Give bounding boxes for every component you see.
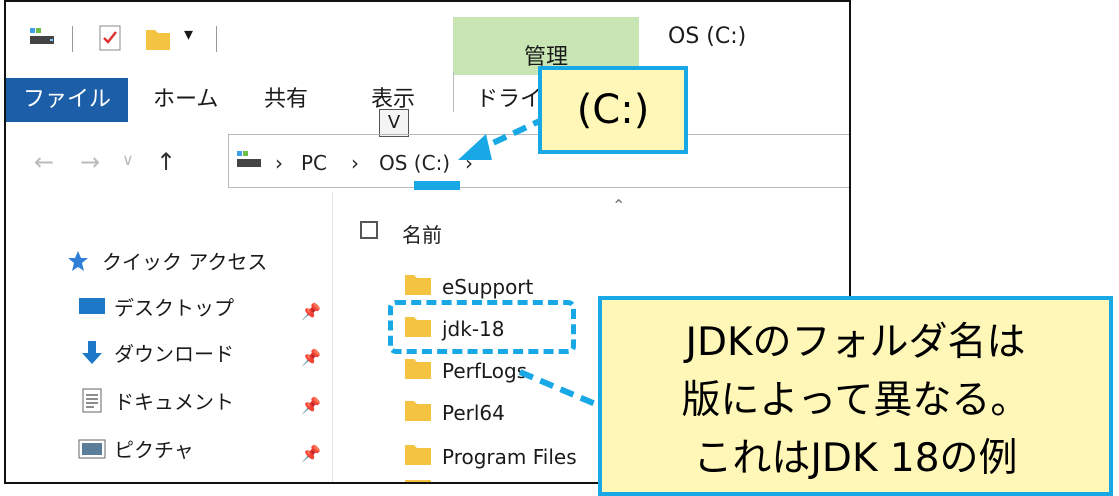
connector-line [518,369,602,409]
note-line: これはJDK 18の例 [693,436,1018,481]
note-callout: JDKのフォルダ名は 版によって異なる。 これはJDK 18の例 [598,296,1113,496]
arrowhead [458,134,492,160]
note-line: 版によって異なる。 [681,378,1030,423]
drive-callout: (C:) [538,66,688,154]
highlight-box [388,300,576,354]
note-line: JDKのフォルダ名は [685,320,1026,365]
